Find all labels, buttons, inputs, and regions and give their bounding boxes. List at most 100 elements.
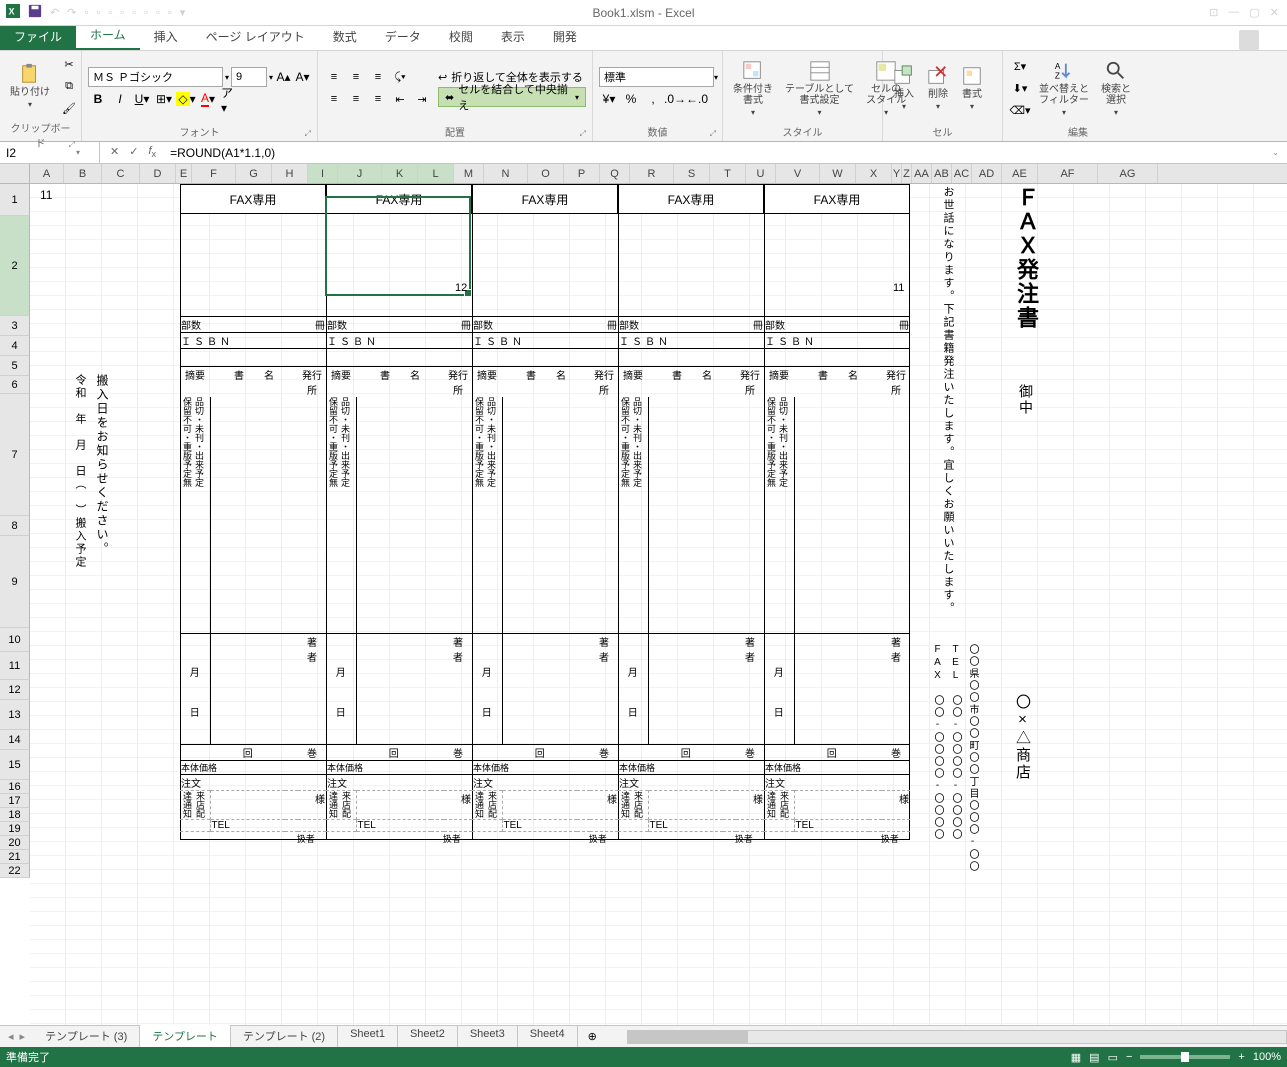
row-header-17[interactable]: 17 (0, 794, 30, 808)
align-center-icon[interactable]: ≡ (346, 89, 366, 109)
format-as-table-button[interactable]: テーブルとして 書式設定▾ (781, 58, 858, 119)
ribbon-options-icon[interactable]: ⊡ (1209, 6, 1218, 19)
copy-icon[interactable]: ⧉ (58, 75, 80, 97)
close-icon[interactable]: ✕ (1270, 6, 1279, 19)
delete-cells-button[interactable]: 削除▾ (923, 63, 953, 113)
col-header-AG[interactable]: AG (1098, 164, 1158, 183)
expand-formula-bar-icon[interactable]: ⌄ (1264, 148, 1287, 157)
col-header-S[interactable]: S (674, 164, 710, 183)
currency-icon[interactable]: ¥▾ (599, 89, 619, 109)
shrink-font-icon[interactable]: A▾ (294, 67, 311, 87)
row-header-1[interactable]: 1 (0, 184, 30, 216)
col-header-W[interactable]: W (820, 164, 856, 183)
font-color-icon[interactable]: A▾ (198, 89, 218, 109)
col-header-AE[interactable]: AE (1002, 164, 1038, 183)
col-header-N[interactable]: N (484, 164, 528, 183)
qa-icon[interactable]: ▫ (156, 7, 160, 19)
row-header-8[interactable]: 8 (0, 516, 30, 536)
indent-dec-icon[interactable]: ⇤ (390, 89, 410, 109)
row-header-7[interactable]: 7 (0, 394, 30, 516)
row-header-4[interactable]: 4 (0, 336, 30, 356)
row-header-14[interactable]: 14 (0, 730, 30, 750)
view-pagelayout-icon[interactable]: ▤ (1089, 1051, 1099, 1064)
row-header-5[interactable]: 5 (0, 356, 30, 376)
qa-icon[interactable]: ▫ (132, 7, 136, 19)
save-icon[interactable] (28, 4, 42, 21)
dec-decimal-icon[interactable]: ←.0 (687, 89, 707, 109)
row-header-15[interactable]: 15 (0, 750, 30, 780)
col-header-V[interactable]: V (776, 164, 820, 183)
account-icon[interactable] (1239, 30, 1259, 50)
zoom-out-icon[interactable]: − (1126, 1051, 1132, 1063)
view-normal-icon[interactable]: ▦ (1071, 1051, 1081, 1064)
row-header-13[interactable]: 13 (0, 700, 30, 730)
fx-icon[interactable]: fx (148, 145, 156, 159)
col-header-J[interactable]: J (338, 164, 382, 183)
col-header-AB[interactable]: AB (932, 164, 952, 183)
conditional-format-button[interactable]: 条件付き 書式▾ (729, 58, 777, 119)
cut-icon[interactable]: ✂ (58, 53, 80, 75)
col-header-T[interactable]: T (710, 164, 746, 183)
row-header-3[interactable]: 3 (0, 316, 30, 336)
align-left-icon[interactable]: ≡ (324, 89, 344, 109)
col-header-Z[interactable]: Z (902, 164, 912, 183)
sheet-tab[interactable]: Sheet1 (338, 1025, 398, 1049)
col-header-U[interactable]: U (746, 164, 776, 183)
cell-A1[interactable]: 11 (40, 188, 52, 202)
indent-inc-icon[interactable]: ⇥ (412, 89, 432, 109)
align-right-icon[interactable]: ≡ (368, 89, 388, 109)
col-header-K[interactable]: K (382, 164, 418, 183)
insert-cells-button[interactable]: 挿入▾ (889, 63, 919, 113)
qa-icon[interactable]: ▫ (96, 7, 100, 19)
row-header-16[interactable]: 16 (0, 780, 30, 794)
italic-icon[interactable]: I (110, 89, 130, 109)
align-middle-icon[interactable]: ≡ (346, 67, 366, 87)
comma-icon[interactable]: , (643, 89, 663, 109)
sheet-tab[interactable]: Sheet2 (398, 1025, 458, 1049)
col-header-B[interactable]: B (64, 164, 102, 183)
autosum-icon[interactable]: Σ▾ (1009, 55, 1031, 77)
col-header-C[interactable]: C (102, 164, 140, 183)
select-all-corner[interactable] (0, 164, 30, 183)
ruby-icon[interactable]: ア▾ (220, 89, 240, 109)
tab-view[interactable]: 表示 (487, 23, 539, 50)
row-header-21[interactable]: 21 (0, 850, 30, 864)
font-name-select[interactable] (88, 67, 223, 87)
sheet-tab[interactable]: テンプレート (140, 1025, 231, 1049)
sheet-tab[interactable]: Sheet4 (518, 1025, 578, 1049)
col-header-AD[interactable]: AD (972, 164, 1002, 183)
col-header-G[interactable]: G (236, 164, 272, 183)
col-header-Y[interactable]: Y (892, 164, 902, 183)
sort-filter-button[interactable]: AZ 並べ替えと フィルター▾ (1035, 58, 1093, 119)
border-icon[interactable]: ⊞▾ (154, 89, 174, 109)
formula-input[interactable] (166, 142, 1264, 163)
horizontal-scrollbar[interactable] (627, 1030, 1287, 1044)
row-header-6[interactable]: 6 (0, 376, 30, 394)
col-header-L[interactable]: L (418, 164, 454, 183)
underline-icon[interactable]: U▾ (132, 89, 152, 109)
col-header-Q[interactable]: Q (600, 164, 630, 183)
zoom-level[interactable]: 100% (1253, 1051, 1281, 1063)
merge-center-button[interactable]: ⬌セルを結合して中央揃え▾ (438, 87, 586, 107)
redo-icon[interactable]: ↷ (67, 6, 76, 19)
row-header-10[interactable]: 10 (0, 628, 30, 652)
row-header-9[interactable]: 9 (0, 536, 30, 628)
row-header-11[interactable]: 11 (0, 652, 30, 680)
view-pagebreak-icon[interactable]: ▭ (1108, 1051, 1118, 1064)
tab-formulas[interactable]: 数式 (319, 23, 371, 50)
tab-developer[interactable]: 開発 (539, 23, 591, 50)
undo-icon[interactable]: ↶ (50, 6, 59, 19)
qa-icon[interactable]: ▫ (168, 7, 172, 19)
qa-icon[interactable]: ▫ (144, 7, 148, 19)
row-header-12[interactable]: 12 (0, 680, 30, 700)
row-header-2[interactable]: 2 (0, 216, 30, 316)
fill-icon[interactable]: ⬇▾ (1009, 77, 1031, 99)
col-header-O[interactable]: O (528, 164, 564, 183)
col-header-P[interactable]: P (564, 164, 600, 183)
tab-insert[interactable]: 挿入 (140, 23, 192, 50)
enter-icon[interactable]: ✓ (129, 145, 138, 159)
col-header-AA[interactable]: AA (912, 164, 932, 183)
inc-decimal-icon[interactable]: .0→ (665, 89, 685, 109)
col-header-X[interactable]: X (856, 164, 892, 183)
clear-icon[interactable]: ⌫▾ (1009, 99, 1031, 121)
